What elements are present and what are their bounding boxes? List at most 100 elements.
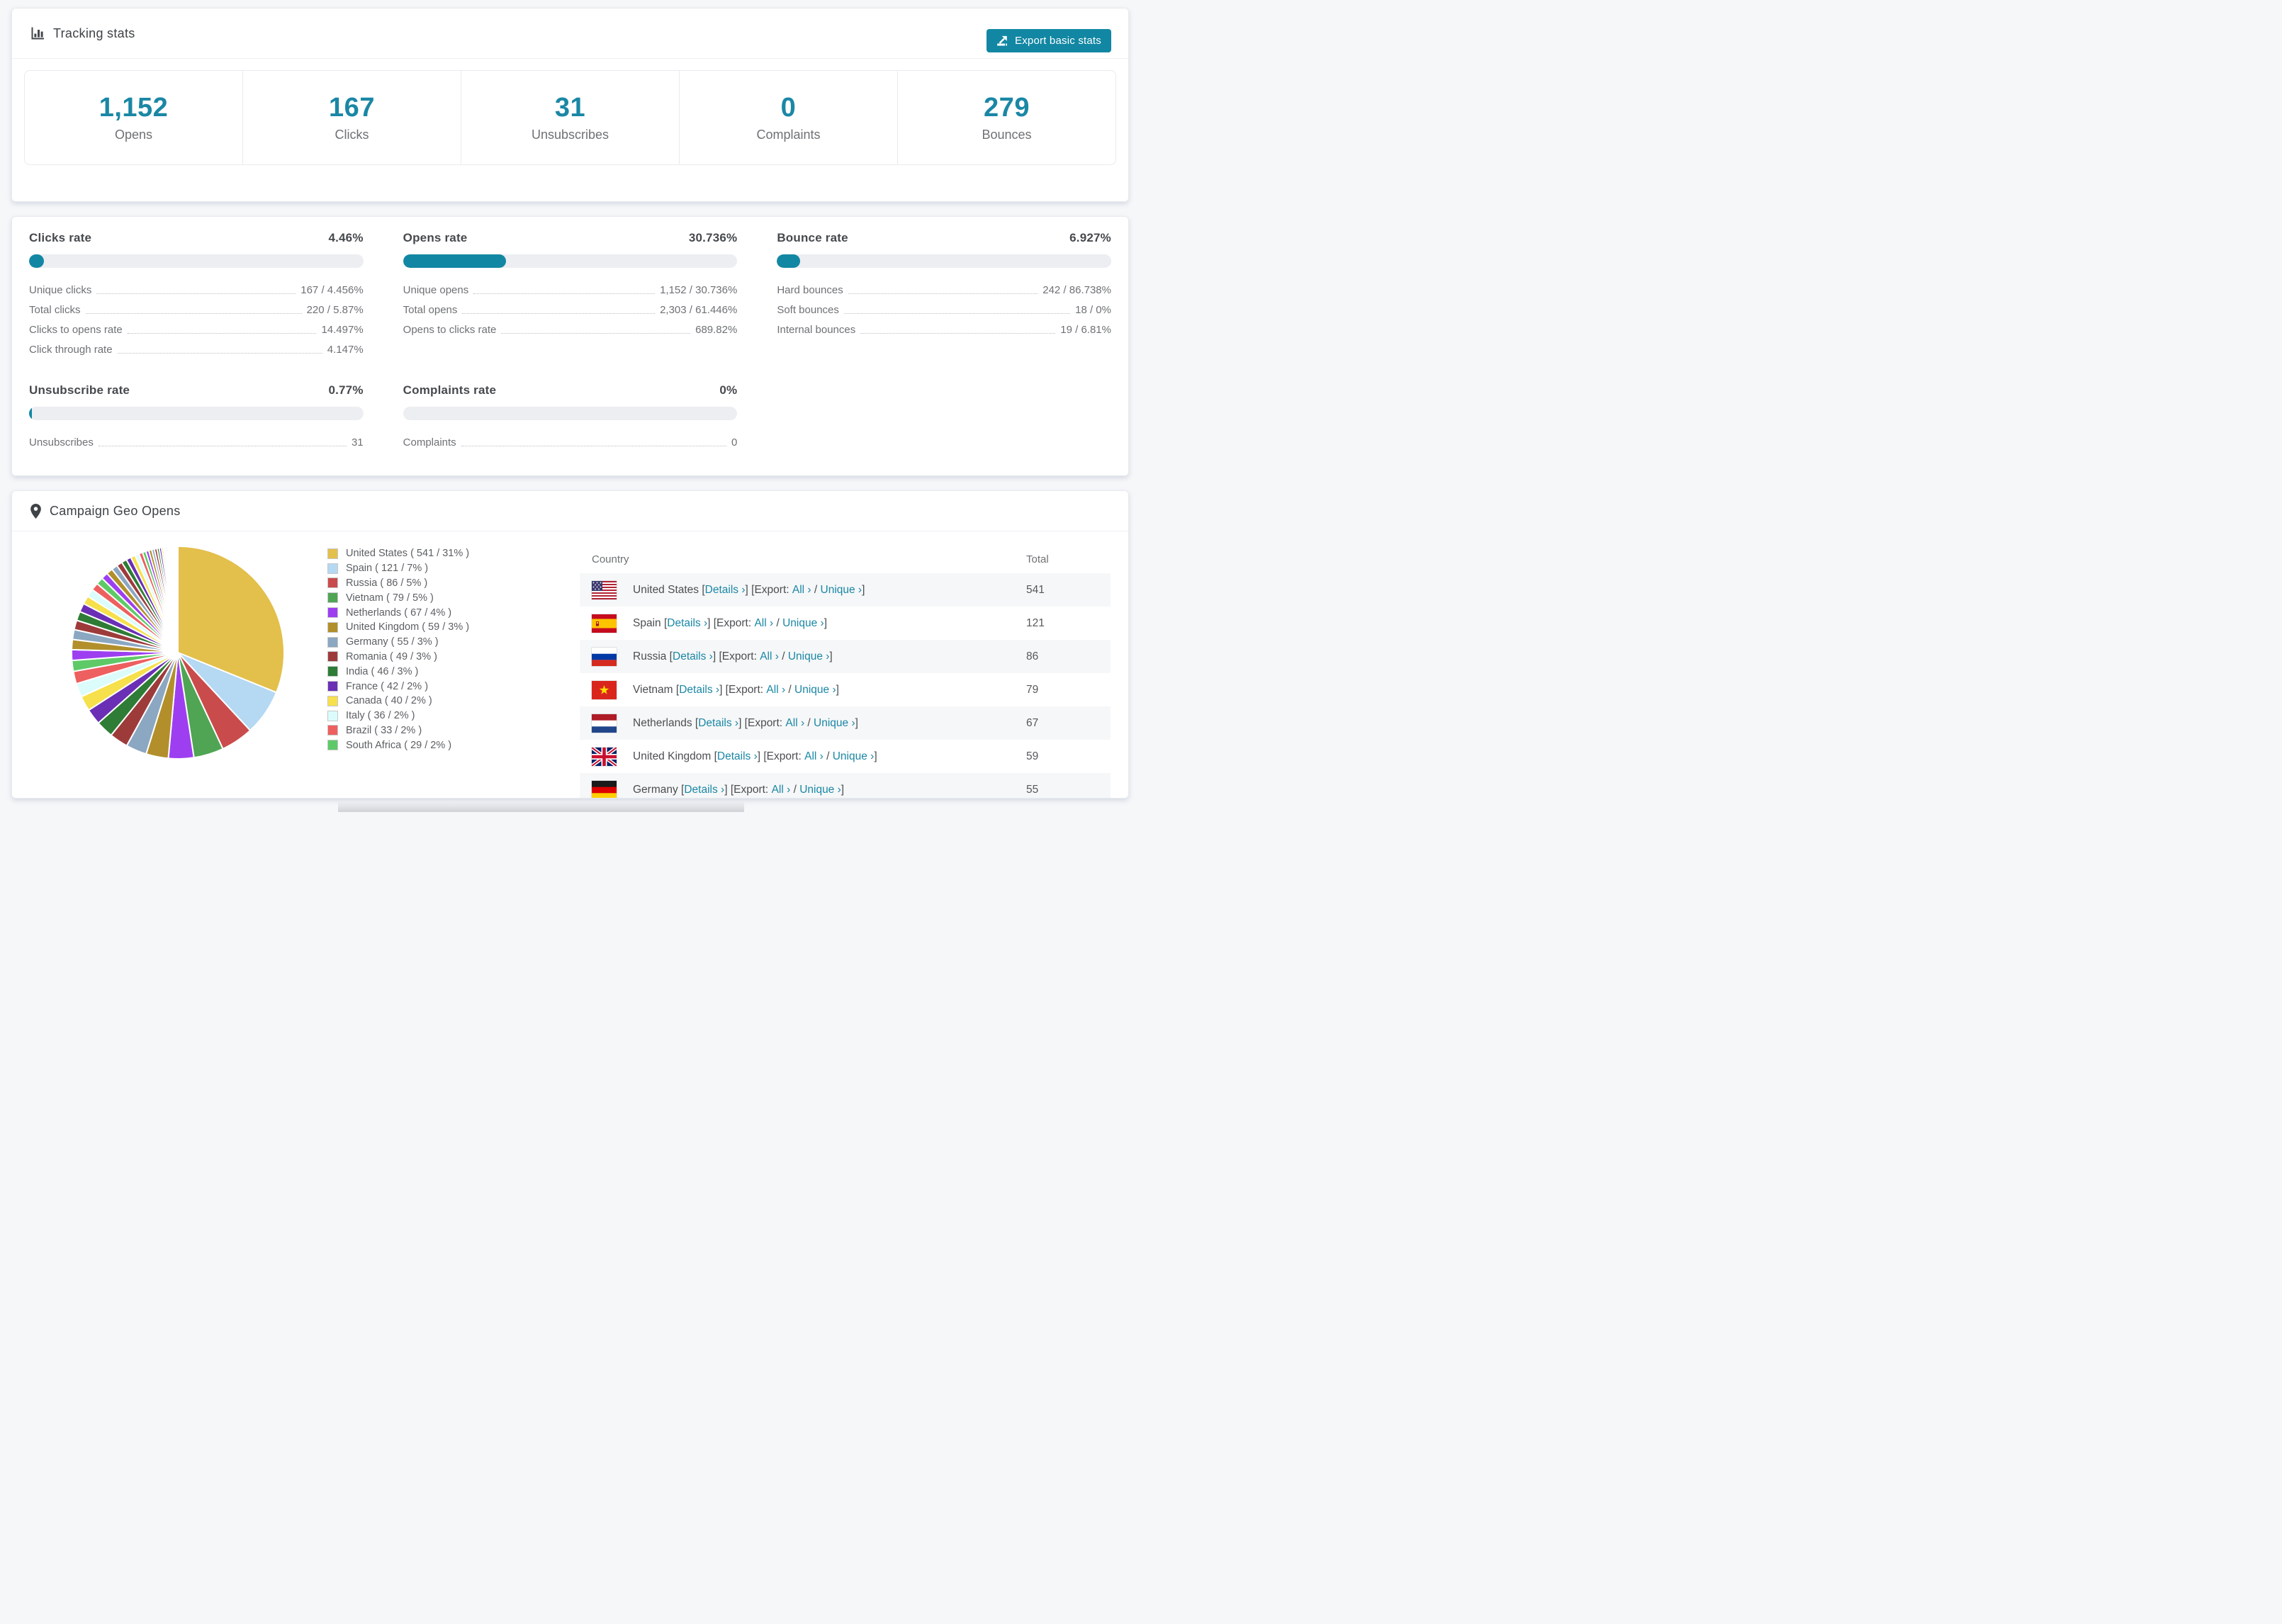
stat-label: Unsubscribes (531, 128, 609, 142)
total-cell: 86 (1026, 650, 1039, 662)
export-unique-link[interactable]: Unique › (833, 750, 875, 763)
total-cell: 67 (1026, 716, 1039, 729)
rate-detail-row: Complaints 0 (403, 432, 738, 452)
details-link[interactable]: Details › (705, 584, 746, 597)
rate-progress-fill (29, 254, 45, 268)
rate-header: Clicks rate 4.46% (29, 231, 364, 245)
stat-card-opens: 1,152 Opens (25, 71, 243, 164)
stat-card-unsubscribes: 31 Unsubscribes (461, 71, 680, 164)
rate-progress-track (29, 407, 364, 420)
rate-value: 0% (719, 383, 738, 397)
legend-item: South Africa ( 29 / 2% ) (327, 738, 469, 752)
rate-detail-row: Opens to clicks rate 689.82% (403, 320, 738, 339)
details-link[interactable]: Details › (673, 650, 713, 663)
detail-value: 4.147% (327, 343, 364, 356)
export-unique-link[interactable]: Unique › (814, 717, 855, 730)
legend-item: India ( 46 / 3% ) (327, 664, 469, 679)
rate-progress-track (403, 407, 738, 420)
details-link[interactable]: Details › (679, 684, 719, 697)
tracking-stats-page: Tracking stats Export basic stats 1,152 O… (0, 0, 1141, 812)
country-cell: Russia [Details ›] [Export: All › / Uniq… (592, 640, 833, 673)
legend-label: United Kingdom ( 59 / 3% ) (346, 621, 470, 633)
details-link[interactable]: Details › (698, 717, 738, 730)
rate-value: 0.77% (328, 383, 364, 397)
detail-value: 1,152 / 30.736% (660, 283, 738, 296)
detail-value: 220 / 5.87% (306, 303, 364, 316)
legend-swatch (327, 725, 338, 736)
dotted-leader (473, 293, 656, 294)
legend-label: India ( 46 / 3% ) (346, 665, 419, 677)
country-name: Germany [ (633, 783, 685, 796)
dotted-leader (117, 352, 322, 354)
rate-detail-row: Total opens 2,303 / 61.446% (403, 300, 738, 320)
legend-item: Italy ( 36 / 2% ) (327, 709, 469, 723)
horizontal-scrollbar-thumb[interactable] (338, 802, 744, 812)
detail-label: Unique clicks (29, 283, 92, 296)
export-unique-link[interactable]: Unique › (788, 650, 830, 663)
details-link[interactable]: Details › (684, 784, 724, 796)
legend-label: United States ( 541 / 31% ) (346, 548, 470, 560)
detail-value: 0 (731, 436, 738, 449)
legend-label: Brazil ( 33 / 2% ) (346, 724, 422, 736)
rate-panel-clicks-rate: Clicks rate 4.46% Unique clicks 167 / 4.456… (29, 231, 364, 359)
slash-text: / (804, 716, 814, 729)
legend-label: Italy ( 36 / 2% ) (346, 710, 415, 722)
country-cell: Netherlands [Details ›] [Export: All › /… (592, 706, 858, 740)
rate-title: Clicks rate (29, 231, 92, 244)
detail-label: Total clicks (29, 303, 81, 316)
rate-detail-row: Internal bounces 19 / 6.81% (777, 320, 1111, 339)
rate-detail-row: Soft bounces 18 / 0% (777, 300, 1111, 320)
dotted-leader (96, 293, 296, 294)
country-cell: Germany [Details ›] [Export: All › / Uni… (592, 773, 844, 798)
stat-card-clicks: 167 Clicks (243, 71, 461, 164)
legend-swatch (327, 681, 338, 692)
rate-header: Opens rate 30.736% (403, 231, 738, 245)
export-unique-link[interactable]: Unique › (799, 784, 841, 796)
rate-detail-rows: Complaints 0 (403, 432, 738, 452)
legend-swatch (327, 740, 338, 751)
dotted-leader (85, 312, 302, 314)
map-marker-icon (30, 503, 41, 519)
legend-item: Vietnam ( 79 / 5% ) (327, 590, 469, 605)
export-all-link[interactable]: All › (792, 584, 811, 597)
bracket-text: ] [Export: (712, 650, 760, 662)
pie-slice (176, 545, 179, 653)
rate-title: Unsubscribe rate (29, 383, 130, 397)
export-unique-link[interactable]: Unique › (794, 684, 836, 697)
details-link[interactable]: Details › (717, 750, 758, 763)
detail-value: 14.497% (321, 323, 364, 336)
geo-opens-title: Campaign Geo Opens (50, 503, 181, 518)
export-all-link[interactable]: All › (772, 784, 791, 796)
export-all-link[interactable]: All › (804, 750, 824, 763)
details-link[interactable]: Details › (667, 617, 707, 630)
export-basic-stats-button[interactable]: Export basic stats (987, 29, 1111, 52)
country-name: Spain [ (633, 616, 668, 629)
export-unique-link[interactable]: Unique › (821, 584, 862, 597)
legend-item: Netherlands ( 67 / 4% ) (327, 605, 469, 620)
stat-value: 31 (554, 93, 586, 123)
detail-label: Unique opens (403, 283, 469, 296)
export-all-link[interactable]: All › (785, 717, 804, 730)
flag-icon-de (592, 780, 617, 798)
rate-panel-complaints-rate: Complaints rate 0% Complaints 0 (403, 383, 738, 452)
bracket-text: ] (836, 683, 839, 696)
export-all-link[interactable]: All › (766, 684, 785, 697)
rate-value: 4.46% (328, 231, 364, 244)
export-unique-link[interactable]: Unique › (782, 617, 824, 630)
export-all-link[interactable]: All › (760, 650, 779, 663)
slash-text: / (785, 683, 795, 696)
bracket-text: ] [Export: (738, 716, 786, 729)
slash-text: / (790, 783, 800, 796)
dotted-leader (127, 332, 317, 334)
detail-label: Total opens (403, 303, 458, 316)
bracket-text: ] (862, 583, 865, 596)
stat-card-complaints: 0 Complaints (680, 71, 898, 164)
legend-swatch (327, 651, 338, 662)
export-all-link[interactable]: All › (754, 617, 773, 630)
tracking-stats-header: Tracking stats (12, 9, 1128, 59)
rate-progress-track (403, 254, 738, 268)
country-column-header: Country (592, 553, 629, 565)
rates-card: Clicks rate 4.46% Unique clicks 167 / 4.456… (11, 216, 1129, 476)
rate-detail-rows: Unique clicks 167 / 4.456% Total clicks 220… (29, 280, 364, 359)
bracket-text: ] [Export: (724, 783, 772, 796)
